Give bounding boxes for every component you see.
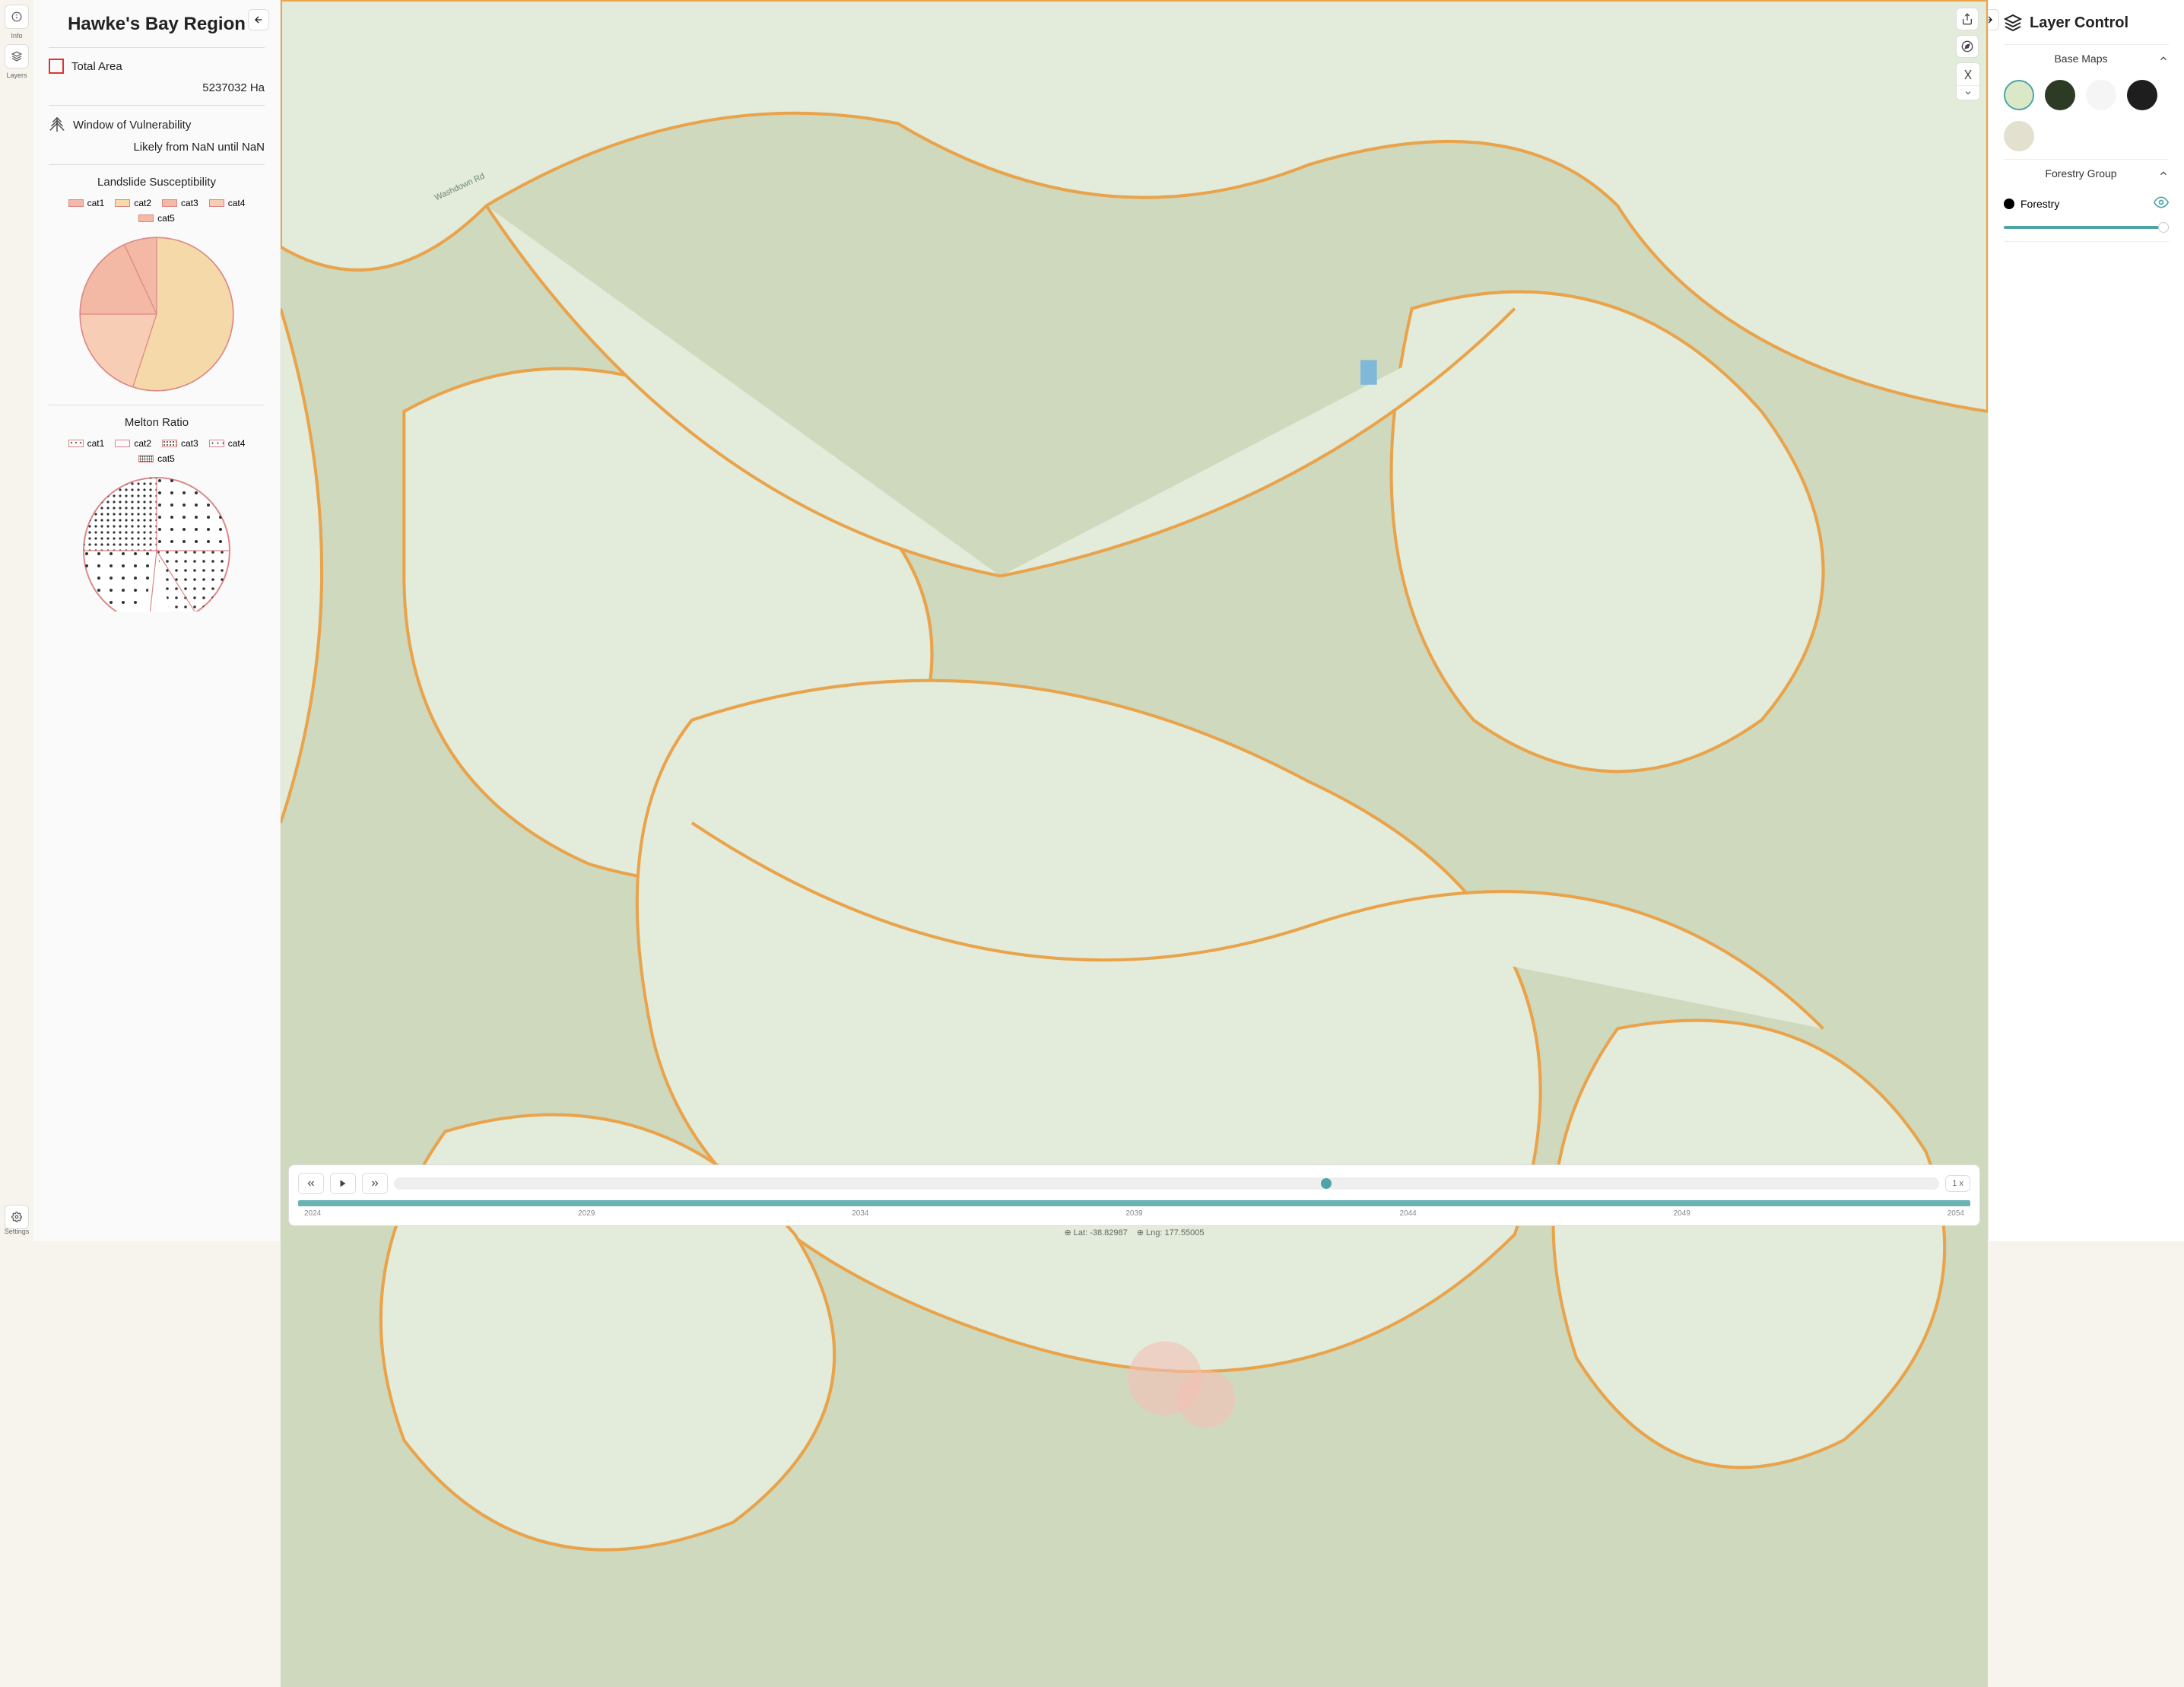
melton-legend: cat1 cat2 cat3 cat4 cat5 [49,438,265,464]
total-area-label: Total Area [71,60,122,73]
layers-tab[interactable] [5,44,29,68]
forward-button[interactable] [362,1173,388,1194]
region-title: Hawke's Bay Region [49,14,265,35]
landslide-title: Landslide Susceptibility [49,176,265,189]
timeline-slider[interactable] [394,1177,1939,1190]
forestry-layer-row[interactable]: Forestry [2004,187,2169,220]
melton-pie [77,475,236,612]
opacity-slider[interactable] [2004,226,2169,229]
forestry-label: Forestry [2021,198,2059,210]
info-tab[interactable] [5,5,29,29]
total-area-value: 5237032 Ha [49,81,265,94]
basemap-dark[interactable] [2127,80,2157,110]
settings-label: Settings [5,1228,30,1235]
vulnerability-icon [49,116,65,133]
forestry-group-header[interactable]: Forestry Group [2004,159,2169,187]
timeline-bar [298,1200,1970,1206]
melton-title: Melton Ratio [49,416,265,429]
settings-tab[interactable] [5,1205,29,1229]
basemap-satellite[interactable] [2045,80,2075,110]
timeline-ticks: 2024202920342039204420492054 [298,1209,1970,1218]
collapse-left-button[interactable] [248,9,269,30]
chevron-up-icon [2158,168,2169,179]
collapse-right-button[interactable] [1988,9,1999,30]
tools-button[interactable] [1957,63,1979,86]
info-label: Info [11,32,22,40]
landslide-pie [77,234,236,394]
playback-speed[interactable]: 1 x [1945,1175,1970,1192]
basemap-custom[interactable] [2004,121,2034,151]
chevron-up-icon [2158,53,2169,64]
basemap-light[interactable] [2086,80,2116,110]
play-button[interactable] [330,1173,356,1194]
timeline: 1 x 2024202920342039204420492054 [288,1164,1980,1226]
landslide-legend: cat1 cat2 cat3 cat4 cat5 [49,198,265,224]
layers-label: Layers [6,71,27,79]
basemap-terrain[interactable] [2004,80,2034,110]
map-canvas[interactable]: Washdown Rd © Mapbox © OpenStreetMap Imp… [281,0,1988,1241]
visibility-toggle[interactable] [2154,195,2169,212]
basemaps-header[interactable]: Base Maps [2004,44,2169,72]
share-button[interactable] [1956,8,1979,30]
window-label: Window of Vulnerability [73,119,191,132]
layers-icon [2004,14,2022,32]
rewind-button[interactable] [298,1173,324,1194]
window-value: Likely from NaN until NaN [49,141,265,154]
total-area-icon [49,59,64,74]
layer-color-dot [2004,199,2014,209]
coord-lat: ⊕ Lat: -38.82987 [1065,1228,1128,1237]
layer-control-title: Layer Control [2030,14,2128,32]
expand-tools-button[interactable] [1957,86,1979,100]
coord-lng: ⊕ Lng: 177.55005 [1137,1228,1205,1237]
compass-button[interactable] [1956,35,1979,58]
